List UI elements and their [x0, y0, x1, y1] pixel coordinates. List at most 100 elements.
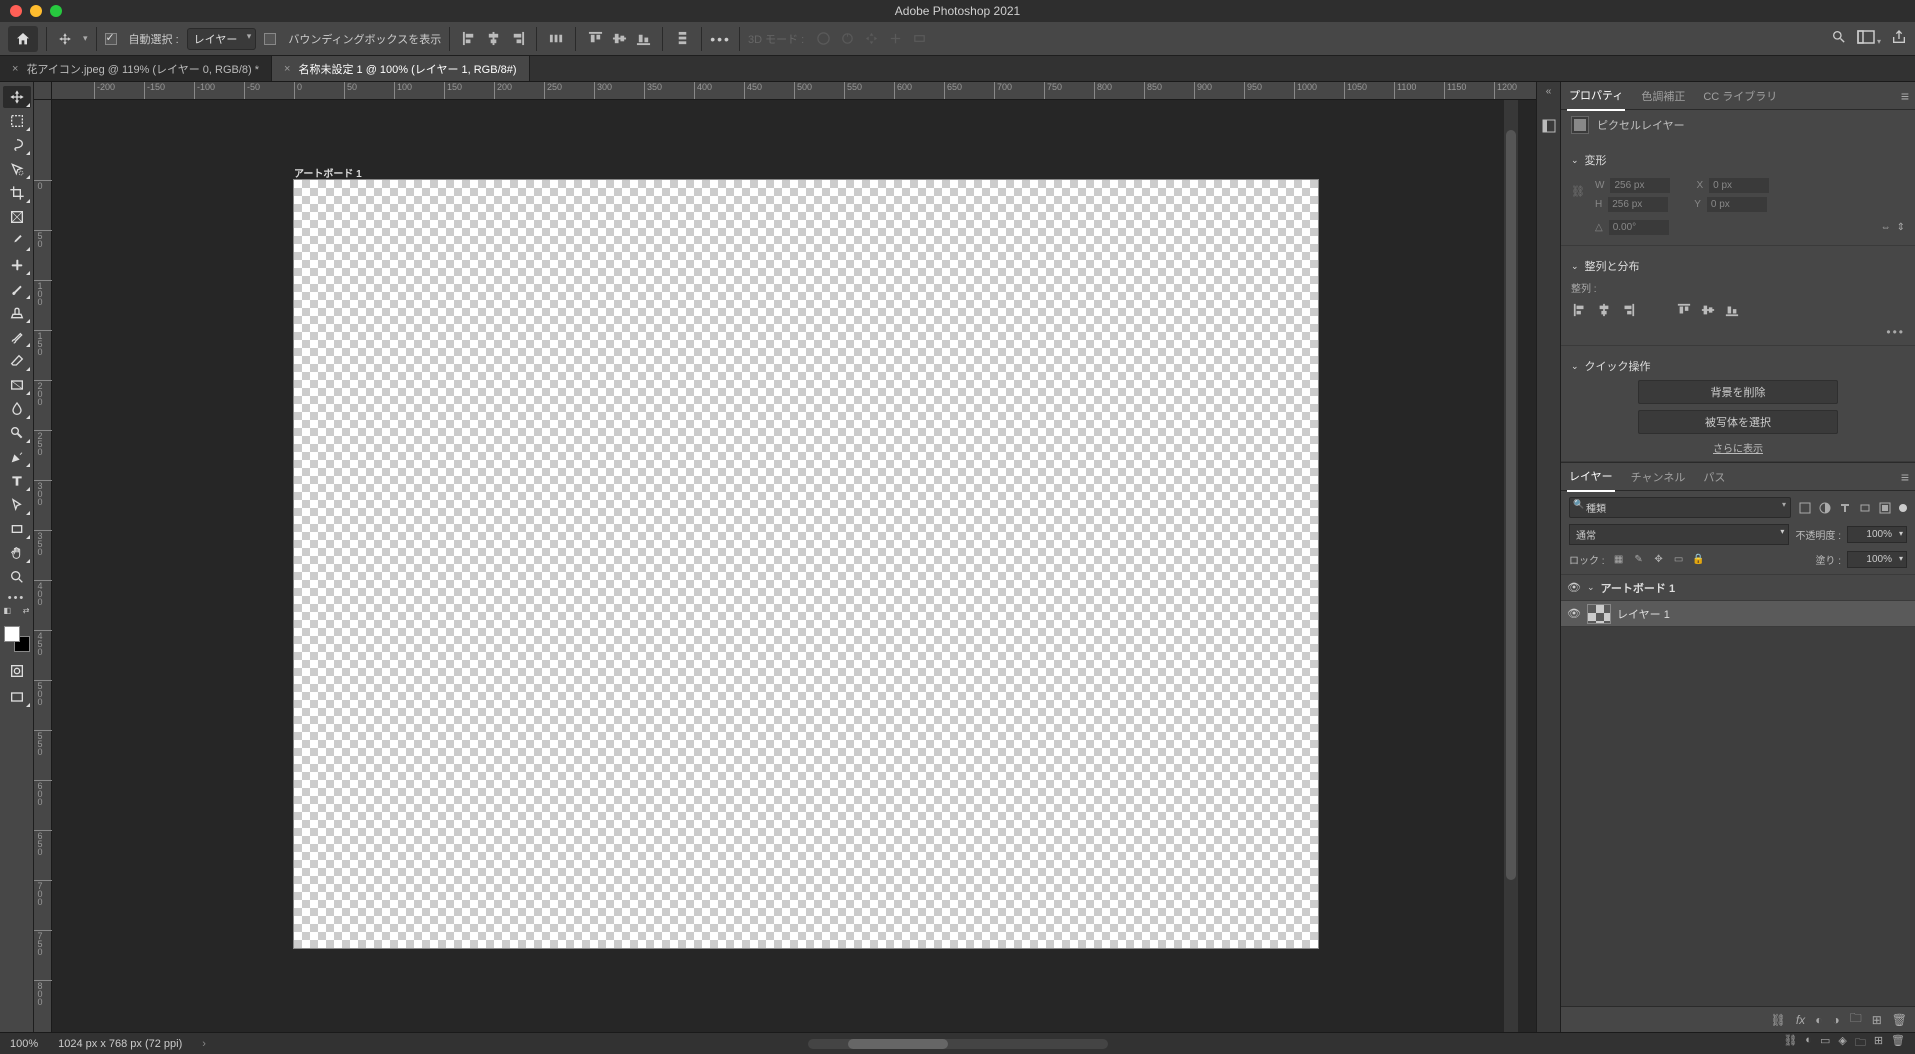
- share-icon[interactable]: [1891, 29, 1907, 48]
- section-header[interactable]: ⌄クイック操作: [1571, 358, 1905, 374]
- blend-mode-dropdown[interactable]: 通常: [1569, 524, 1789, 545]
- align-bottom-icon[interactable]: [632, 28, 654, 50]
- layer-filter-dropdown[interactable]: 種類▾: [1569, 497, 1791, 518]
- adjustments-tab[interactable]: 色調補正: [1639, 82, 1687, 110]
- show-more-link[interactable]: さらに表示: [1571, 440, 1905, 455]
- brush-tool[interactable]: [3, 278, 31, 300]
- color-swatches[interactable]: [4, 626, 30, 652]
- healing-brush-tool[interactable]: [3, 254, 31, 276]
- lasso-tool[interactable]: [3, 134, 31, 156]
- vertical-ruler[interactable]: 0501001502002503003504004505005506006507…: [34, 100, 52, 1032]
- x-field[interactable]: 0 px: [1709, 178, 1769, 193]
- close-window-button[interactable]: [10, 5, 22, 17]
- foreground-color[interactable]: [4, 626, 20, 642]
- panel-menu-icon[interactable]: ≡: [1901, 88, 1909, 104]
- status-info-arrow-icon[interactable]: ›: [202, 1038, 206, 1050]
- fill-field[interactable]: 100%: [1847, 551, 1907, 568]
- group-icon[interactable]: 🗀: [1850, 1009, 1862, 1030]
- show-transform-controls-checkbox[interactable]: [264, 33, 276, 45]
- maximize-window-button[interactable]: [50, 5, 62, 17]
- clone-stamp-tool[interactable]: [3, 302, 31, 324]
- status-icon[interactable]: 🗑: [1891, 1034, 1905, 1053]
- dodge-tool[interactable]: [3, 422, 31, 444]
- align-v-centers-icon[interactable]: [1699, 301, 1717, 319]
- opacity-field[interactable]: 100%: [1847, 526, 1907, 543]
- align-right-edges-icon[interactable]: [1619, 301, 1637, 319]
- disclosure-triangle-icon[interactable]: ⌄: [1587, 582, 1595, 593]
- align-left-edges-icon[interactable]: [1571, 301, 1589, 319]
- ruler-origin[interactable]: [34, 82, 52, 100]
- lock-position-icon[interactable]: ✥: [1651, 552, 1667, 568]
- scrollbar-thumb[interactable]: [1506, 130, 1516, 880]
- status-icon[interactable]: ◐: [1805, 1034, 1812, 1053]
- section-header[interactable]: ⌄整列と分布: [1571, 258, 1905, 274]
- align-top-icon[interactable]: [584, 28, 606, 50]
- minimize-window-button[interactable]: [30, 5, 42, 17]
- screen-mode-icon[interactable]: [3, 686, 31, 708]
- lock-all-icon[interactable]: 🔒: [1691, 552, 1707, 568]
- y-field[interactable]: 0 px: [1707, 197, 1767, 212]
- eyedropper-tool[interactable]: [3, 230, 31, 252]
- flip-v-icon[interactable]: ⇕: [1897, 222, 1905, 233]
- document-info[interactable]: 1024 px x 768 px (72 ppi): [58, 1038, 182, 1050]
- auto-select-checkbox[interactable]: [105, 33, 117, 45]
- pen-tool[interactable]: [3, 446, 31, 468]
- filter-pixel-icon[interactable]: [1797, 500, 1813, 516]
- status-icon[interactable]: 🗀: [1855, 1034, 1866, 1053]
- path-selection-tool[interactable]: [3, 494, 31, 516]
- quick-mask-icon[interactable]: [3, 660, 31, 682]
- align-h-centers-icon[interactable]: [1595, 301, 1613, 319]
- document-tab[interactable]: × 名称未設定 1 @ 100% (レイヤー 1, RGB/8#): [272, 56, 530, 81]
- marquee-tool[interactable]: [3, 110, 31, 132]
- zoom-tool[interactable]: [3, 566, 31, 588]
- align-right-icon[interactable]: [506, 28, 528, 50]
- lock-transparent-icon[interactable]: ▦: [1611, 552, 1627, 568]
- default-colors-icon[interactable]: ◧: [4, 606, 12, 616]
- channels-tab[interactable]: チャンネル: [1629, 463, 1688, 491]
- layer-name[interactable]: レイヤー 1: [1617, 606, 1670, 622]
- rectangle-tool[interactable]: [3, 518, 31, 540]
- link-wh-icon[interactable]: ⛓: [1571, 185, 1585, 205]
- frame-tool[interactable]: [3, 206, 31, 228]
- filter-adjust-icon[interactable]: [1817, 500, 1833, 516]
- scrollbar-thumb[interactable]: [848, 1039, 948, 1049]
- width-field[interactable]: 256 px: [1610, 178, 1670, 193]
- arrange-docs-icon[interactable]: ▾: [1857, 30, 1881, 47]
- section-header[interactable]: ⌄変形: [1571, 152, 1905, 168]
- distribute-h-icon[interactable]: [545, 28, 567, 50]
- layer-style-icon[interactable]: fx: [1796, 1013, 1805, 1027]
- gradient-tool[interactable]: [3, 374, 31, 396]
- auto-select-target-dropdown[interactable]: レイヤー: [187, 28, 257, 50]
- select-subject-button[interactable]: 被写体を選択: [1638, 410, 1838, 434]
- filter-type-icon[interactable]: [1837, 500, 1853, 516]
- filter-toggle-switch[interactable]: [1899, 504, 1907, 512]
- move-tool[interactable]: [3, 86, 31, 108]
- edit-toolbar-icon[interactable]: •••: [8, 592, 26, 604]
- link-layers-icon[interactable]: ⛓: [1771, 1013, 1786, 1027]
- layer-mask-icon[interactable]: ◐: [1815, 1013, 1822, 1027]
- quick-selection-tool[interactable]: [3, 158, 31, 180]
- status-icon[interactable]: ⛓: [1783, 1034, 1797, 1053]
- filter-smart-icon[interactable]: [1877, 500, 1893, 516]
- more-options-icon[interactable]: •••: [710, 31, 731, 47]
- close-tab-icon[interactable]: ×: [12, 63, 18, 75]
- canvas-area[interactable]: -200-150-100-500501001502002503003504004…: [34, 82, 1536, 1032]
- align-more-icon[interactable]: •••: [1571, 325, 1905, 339]
- close-tab-icon[interactable]: ×: [284, 63, 290, 75]
- dropdown-chevron-icon[interactable]: ▾: [83, 33, 88, 44]
- status-icon[interactable]: ▭: [1820, 1034, 1830, 1053]
- vertical-scrollbar[interactable]: [1504, 100, 1518, 1032]
- flip-h-icon[interactable]: ⇔: [1881, 222, 1891, 233]
- artboard-layer-row[interactable]: 👁 ⌄ アートボード 1: [1561, 575, 1915, 601]
- lock-artboard-nest-icon[interactable]: ▭: [1671, 552, 1687, 568]
- visibility-toggle-icon[interactable]: 👁: [1567, 581, 1581, 594]
- layer-thumbnail[interactable]: [1587, 604, 1611, 624]
- swap-colors-icon[interactable]: ⇄: [23, 606, 30, 616]
- status-icon[interactable]: ◈: [1838, 1034, 1846, 1053]
- artboard-label[interactable]: アートボード 1: [294, 165, 362, 180]
- layer-name[interactable]: アートボード 1: [1601, 580, 1676, 596]
- height-field[interactable]: 256 px: [1608, 197, 1668, 212]
- angle-field[interactable]: 0.00°: [1609, 220, 1669, 235]
- lock-pixels-icon[interactable]: ✎: [1631, 552, 1647, 568]
- remove-background-button[interactable]: 背景を削除: [1638, 380, 1838, 404]
